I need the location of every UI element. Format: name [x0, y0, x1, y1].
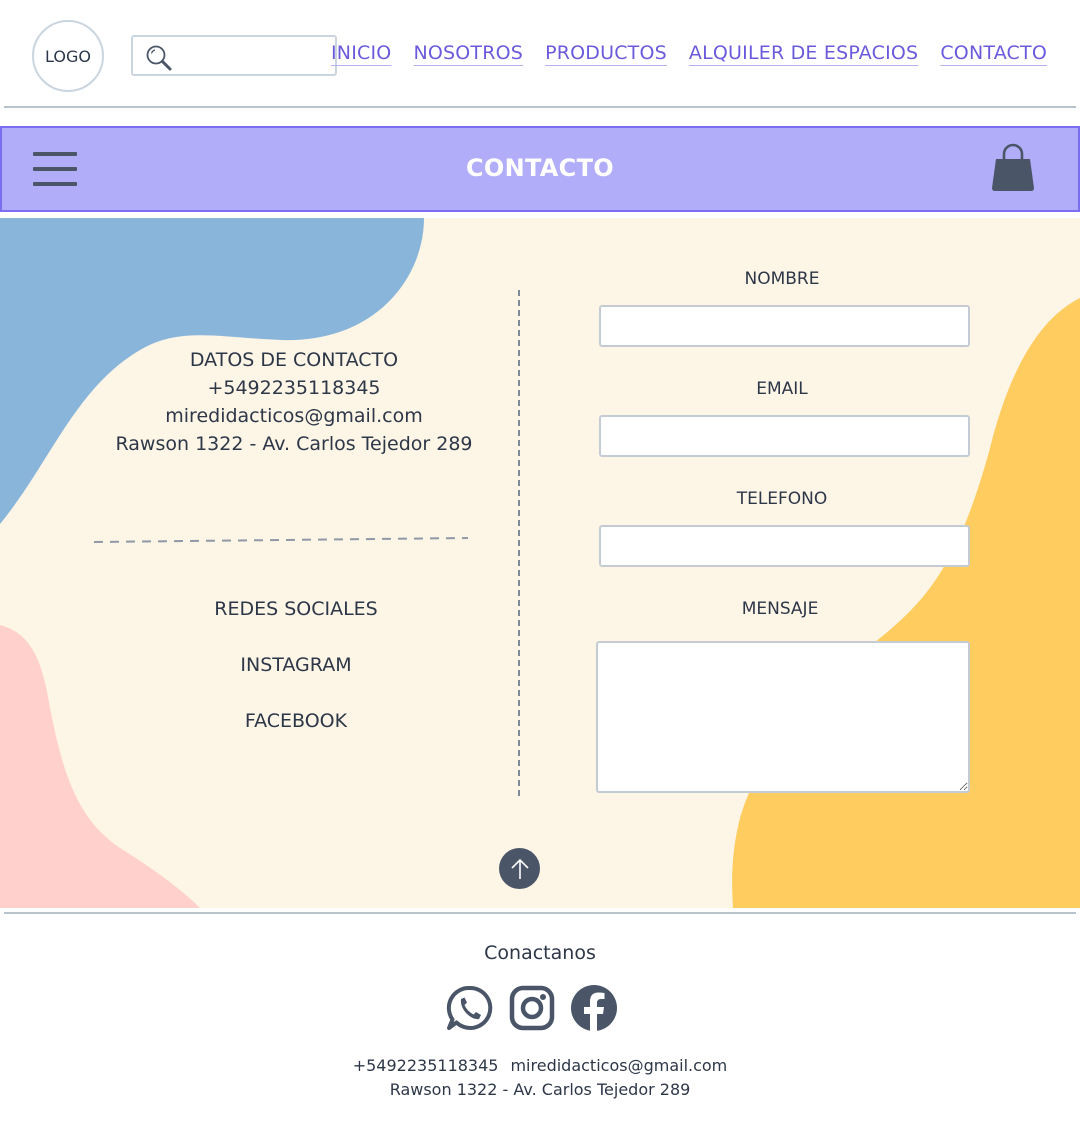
name-field[interactable]: [599, 305, 970, 347]
footer-phone: +5492235118345: [352, 1056, 499, 1075]
contact-email: miredidacticos@gmail.com: [165, 405, 423, 427]
facebook-icon[interactable]: [570, 984, 618, 1034]
footer-social-icons: [446, 984, 618, 1038]
social-link-instagram[interactable]: INSTAGRAM: [96, 654, 496, 710]
instagram-icon[interactable]: [508, 984, 556, 1034]
nav-link-contacto[interactable]: CONTACTO: [940, 42, 1047, 64]
message-textarea[interactable]: [596, 641, 970, 793]
footer-contact: +5492235118345 miredidacticos@gmail.com R…: [0, 1054, 1080, 1102]
nav-link-inicio[interactable]: INICIO: [331, 42, 391, 64]
header-divider: [4, 106, 1076, 108]
logo-text: LOGO: [45, 46, 91, 66]
name-label: NOMBRE: [744, 269, 820, 289]
contact-details: DATOS DE CONTACTO +5492235118345 miredid…: [94, 346, 494, 458]
footer-address: Rawson 1322 - Av. Carlos Tejedor 289: [389, 1080, 691, 1099]
footer: Conactanos +5492235118345 miredidacticos@…: [0, 914, 1080, 1124]
nav-link-alquiler-de-espacios[interactable]: ALQUILER DE ESPACIOS: [689, 42, 918, 64]
horizontal-dashed-divider: [93, 537, 469, 543]
scroll-to-top-button[interactable]: [499, 848, 540, 889]
message-label: MENSAJE: [741, 599, 819, 619]
footer-email: miredidacticos@gmail.com: [510, 1056, 728, 1075]
phone-field[interactable]: [599, 525, 970, 567]
page-title-bar: CONTACTO: [0, 126, 1080, 212]
vertical-dashed-divider: [518, 290, 520, 796]
search-input[interactable]: [177, 41, 331, 70]
social-link-facebook[interactable]: FACEBOOK: [96, 710, 496, 766]
top-header: LOGO INICIO NOSOTROS PRODUCTOS ALQUILER …: [0, 0, 1080, 110]
email-label: EMAIL: [756, 379, 808, 399]
shopping-bag-icon[interactable]: [989, 142, 1037, 194]
footer-title: Conactanos: [484, 942, 596, 964]
logo[interactable]: LOGO: [32, 20, 104, 92]
main-nav: INICIO NOSOTROS PRODUCTOS ALQUILER DE ES…: [331, 42, 1047, 64]
phone-label: TELEFONO: [736, 489, 828, 509]
contact-heading: DATOS DE CONTACTO: [189, 349, 399, 371]
page-title: CONTACTO: [466, 154, 614, 182]
arrow-up-icon: [510, 858, 529, 879]
contact-section: DATOS DE CONTACTO +5492235118345 miredid…: [0, 218, 1080, 908]
email-field[interactable]: [599, 415, 970, 457]
social-heading: REDES SOCIALES: [214, 598, 378, 620]
social-links: REDES SOCIALES INSTAGRAM FACEBOOK: [96, 598, 496, 766]
contact-address: Rawson 1322 - Av. Carlos Tejedor 289: [115, 433, 473, 455]
search-box[interactable]: [131, 35, 337, 76]
nav-link-productos[interactable]: PRODUCTOS: [545, 42, 667, 64]
whatsapp-icon[interactable]: [446, 984, 494, 1034]
nav-link-nosotros[interactable]: NOSOTROS: [413, 42, 523, 64]
search-icon: [146, 45, 172, 71]
contact-phone: +5492235118345: [207, 377, 381, 399]
